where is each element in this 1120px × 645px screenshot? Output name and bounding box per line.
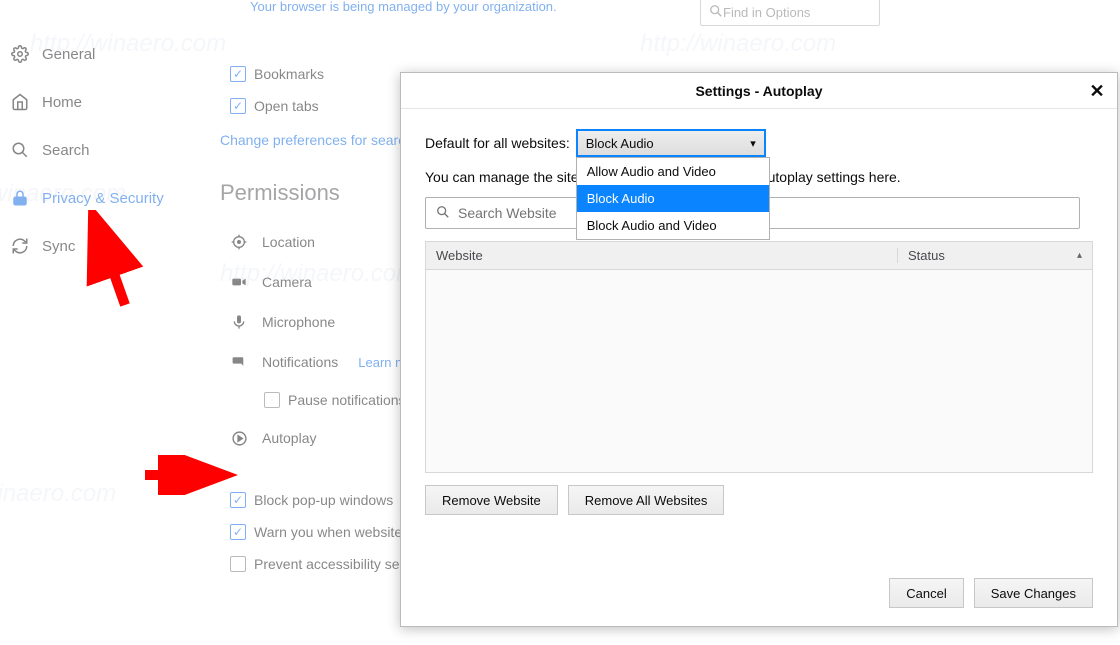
checkbox-checked-icon[interactable]: ✓: [230, 66, 246, 82]
sidebar-item-label: Home: [42, 94, 82, 111]
sidebar-item-sync[interactable]: Sync: [0, 222, 200, 270]
microphone-icon: [230, 313, 248, 331]
checkbox-checked-icon[interactable]: ✓: [230, 98, 246, 114]
manage-sites-text-after: utoplay settings here.: [768, 169, 901, 185]
sidebar-item-privacy-security[interactable]: Privacy & Security: [0, 174, 200, 222]
sidebar-item-general[interactable]: General: [0, 30, 200, 78]
find-placeholder: Find in Options: [723, 5, 810, 20]
manage-sites-text: You can manage the sites: [425, 169, 586, 185]
autoplay-settings-modal: Settings - Autoplay ✕ Default for all we…: [400, 72, 1118, 627]
chevron-down-icon: ▾: [750, 137, 756, 150]
table-body-empty: [426, 270, 1092, 472]
website-table: Website Status ▴: [425, 241, 1093, 473]
open-tabs-label: Open tabs: [254, 98, 319, 114]
dropdown-item-allow[interactable]: Allow Audio and Video: [577, 158, 769, 185]
location-icon: [230, 233, 248, 251]
sidebar-item-label: Search: [42, 142, 90, 159]
remove-website-button[interactable]: Remove Website: [425, 485, 558, 515]
microphone-label: Microphone: [262, 314, 335, 330]
search-icon: [10, 140, 30, 160]
cancel-button[interactable]: Cancel: [889, 578, 963, 608]
default-autoplay-select[interactable]: Block Audio ▾ Allow Audio and Video Bloc…: [576, 129, 766, 157]
sidebar-item-label: Privacy & Security: [42, 190, 164, 207]
dropdown-item-block-audio[interactable]: Block Audio: [577, 185, 769, 212]
modal-title: Settings - Autoplay: [695, 83, 822, 99]
autoplay-label: Autoplay: [262, 430, 316, 446]
block-popup-label: Block pop-up windows: [254, 492, 393, 508]
managed-message: Your browser is being managed by your or…: [250, 0, 557, 14]
select-value: Block Audio: [586, 136, 654, 151]
sidebar-item-home[interactable]: Home: [0, 78, 200, 126]
th-status-label: Status: [908, 248, 945, 263]
default-for-all-label: Default for all websites:: [425, 135, 570, 151]
search-placeholder: Search Website: [458, 205, 557, 221]
bookmarks-label: Bookmarks: [254, 66, 324, 82]
th-status[interactable]: Status ▴: [897, 248, 1092, 263]
sync-icon: [10, 236, 30, 256]
default-autoplay-dropdown: Allow Audio and Video Block Audio Block …: [576, 157, 770, 240]
th-website[interactable]: Website: [426, 248, 897, 263]
checkbox-unchecked-icon[interactable]: ✓: [230, 556, 246, 572]
camera-label: Camera: [262, 274, 312, 290]
home-icon: [10, 92, 30, 112]
checkbox-checked-icon[interactable]: ✓: [230, 524, 246, 540]
lock-icon: [10, 188, 30, 208]
search-icon: [436, 205, 450, 222]
sort-ascending-icon: ▴: [1077, 250, 1082, 261]
checkbox-unchecked-icon[interactable]: ✓: [264, 392, 280, 408]
sidebar-item-search[interactable]: Search: [0, 126, 200, 174]
checkbox-checked-icon[interactable]: ✓: [230, 492, 246, 508]
save-changes-button[interactable]: Save Changes: [974, 578, 1093, 608]
sidebar-item-label: Sync: [42, 238, 75, 255]
camera-icon: [230, 273, 248, 291]
gear-icon: [10, 44, 30, 64]
close-icon[interactable]: ✕: [1085, 79, 1109, 103]
search-icon: [709, 4, 723, 21]
watermark: http://winaero.com: [0, 480, 116, 508]
remove-all-websites-button[interactable]: Remove All Websites: [568, 485, 725, 515]
notifications-label: Notifications: [262, 354, 338, 370]
sidebar: General Home Search Privacy & Security S…: [0, 30, 200, 270]
sidebar-item-label: General: [42, 46, 95, 63]
autoplay-icon: [230, 429, 248, 447]
location-label: Location: [262, 234, 315, 250]
notifications-icon: [230, 353, 248, 371]
dropdown-item-block-av[interactable]: Block Audio and Video: [577, 212, 769, 239]
find-in-options-input[interactable]: Find in Options: [700, 0, 880, 26]
